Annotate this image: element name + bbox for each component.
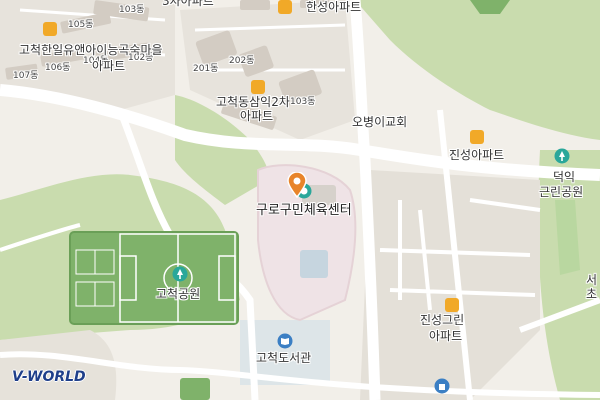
place-label-library[interactable]: 고척도서관 [256,351,311,366]
park-icon[interactable] [554,148,570,164]
place-label-samik-apt[interactable]: 아파트 [240,109,273,124]
apartment-icon[interactable] [470,130,484,144]
place-label-kindergarten-apt[interactable]: 아파트 [92,59,125,74]
place-label-apartment[interactable]: 3차아파트 [162,0,214,9]
apartment-icon[interactable] [251,80,265,94]
building-label: 107동 [13,71,39,81]
park-icon[interactable] [172,266,188,282]
place-label-jinsung-green[interactable]: 진성그린 [420,313,464,328]
building-label: 106동 [45,63,71,73]
apartment-icon[interactable] [445,298,459,312]
place-label-park[interactable]: 근린공원 [539,185,583,200]
book-icon[interactable] [277,333,293,349]
place-label-sports-center[interactable]: 구로구민체육센터 [256,203,352,219]
building-label: 103동 [119,5,145,15]
building-label: 105동 [68,20,94,30]
place-label-jinsung-green[interactable]: 아파트 [429,329,462,344]
soccer-field [69,231,239,325]
community-icon[interactable] [434,378,450,394]
building-label: 201동 [193,64,219,74]
building-roof [300,250,328,278]
place-label-edge[interactable]: 초 [586,287,597,302]
place-label-jinsung[interactable]: 진성아파트 [449,148,504,163]
place-label-edge[interactable]: 서 [586,273,597,288]
location-pin-icon[interactable] [287,172,307,198]
map-canvas[interactable]: 103동 105동 104동 106동 107동 102동 201동 202동 … [0,0,600,400]
place-label-apartment[interactable]: 한성아파트 [306,0,361,15]
place-label-kindergarten[interactable]: 고척한일유앤아이능곡숙마을 [19,43,163,58]
vworld-logo: V-WORLD [12,369,86,385]
place-label-church[interactable]: 오병이교회 [352,115,407,130]
place-label-park[interactable]: 덕익 [553,170,575,185]
building-label: 103동 [290,97,316,107]
apartment-icon[interactable] [278,0,292,14]
place-label-samik[interactable]: 고척동삼익2차 [216,95,290,110]
apartment-icon[interactable] [43,22,57,36]
building-label: 202동 [229,56,255,66]
place-label-gocheok-park[interactable]: 고척공원 [156,287,200,302]
